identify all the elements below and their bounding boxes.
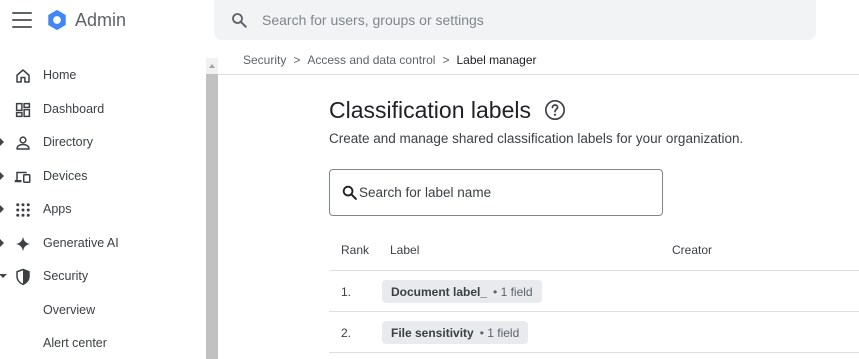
column-header-creator[interactable]: Creator — [672, 243, 712, 257]
person-icon — [16, 136, 30, 150]
label-name: File sensitivity — [391, 325, 474, 340]
search-icon[interactable] — [230, 11, 248, 29]
table-row[interactable]: 2. File sensitivity • 1 field — [329, 312, 859, 353]
sidebar-scrollbar[interactable] — [206, 58, 218, 359]
search-icon — [342, 185, 357, 200]
sidebar-item-apps[interactable]: Apps — [0, 193, 206, 226]
label-field-count: • 1 field — [493, 284, 533, 299]
collapse-caret-icon[interactable] — [0, 274, 7, 278]
scrollbar-thumb[interactable] — [206, 74, 218, 359]
sidebar-item-security[interactable]: Security — [0, 260, 206, 293]
sidebar-item-home[interactable]: Home — [0, 59, 206, 92]
sidebar: Home Dashboard Directory Devices Apps Ge… — [0, 44, 206, 359]
top-bar: Admin — [0, 0, 859, 44]
breadcrumb-current: Label manager — [456, 53, 537, 67]
page-subtitle: Create and manage shared classification … — [329, 131, 744, 146]
label-search-input[interactable] — [359, 170, 649, 215]
label-name: Document label_ — [391, 284, 488, 299]
table-header: Rank Label Creator — [329, 229, 859, 271]
breadcrumb-item-security[interactable]: Security — [243, 53, 286, 67]
sidebar-item-devices[interactable]: Devices — [0, 160, 206, 193]
help-icon[interactable] — [544, 99, 566, 121]
sidebar-item-directory[interactable]: Directory — [0, 126, 206, 159]
labels-table: Rank Label Creator 1. Document label_ • … — [329, 229, 859, 353]
breadcrumb-separator-icon: > — [293, 53, 301, 67]
row-rank: 2. — [341, 326, 352, 340]
expand-caret-icon[interactable] — [0, 172, 4, 180]
expand-caret-icon[interactable] — [0, 239, 4, 247]
apps-grid-icon — [16, 203, 30, 217]
breadcrumb: Security > Access and data control > Label m… — [218, 44, 859, 75]
global-search[interactable] — [214, 0, 816, 40]
label-search-box[interactable] — [329, 169, 663, 216]
sidebar-item-label: Home — [43, 68, 77, 82]
devices-icon — [14, 171, 31, 183]
table-row[interactable]: 1. Document label_ • 1 field — [329, 271, 859, 312]
row-rank: 1. — [341, 285, 352, 299]
app-brand[interactable]: Admin — [75, 10, 126, 31]
page-title: Classification labels — [329, 97, 531, 123]
sidebar-item-label: Devices — [43, 169, 88, 183]
sidebar-item-generative-ai[interactable]: Generative AI — [0, 227, 206, 260]
column-header-rank[interactable]: Rank — [341, 243, 369, 257]
breadcrumb-trail: Security > Access and data control > Label m… — [243, 53, 537, 67]
sidebar-item-label: Directory — [43, 135, 94, 149]
column-header-label[interactable]: Label — [390, 243, 419, 257]
admin-logo-icon[interactable] — [46, 9, 68, 31]
label-chip[interactable]: File sensitivity • 1 field — [382, 321, 529, 344]
breadcrumb-item-access-data-control[interactable]: Access and data control — [307, 53, 435, 67]
shield-icon — [16, 268, 30, 286]
label-field-count: • 1 field — [479, 325, 520, 340]
expand-caret-icon[interactable] — [0, 138, 4, 146]
sidebar-item-label: Generative AI — [43, 236, 119, 250]
breadcrumb-separator-icon: > — [442, 53, 450, 67]
sidebar-item-label: Apps — [43, 202, 72, 216]
sidebar-item-label: Security — [43, 269, 89, 283]
home-icon — [16, 69, 30, 83]
sidebar-subitem-label: Alert center — [43, 336, 107, 350]
global-search-input[interactable] — [262, 0, 802, 40]
main-menu-icon[interactable] — [12, 12, 32, 28]
sidebar-item-dashboard[interactable]: Dashboard — [0, 93, 206, 126]
sidebar-item-label: Dashboard — [43, 102, 105, 116]
expand-caret-icon[interactable] — [0, 205, 4, 213]
sparkle-icon — [15, 236, 31, 252]
label-chip[interactable]: Document label_ • 1 field — [382, 280, 542, 303]
sidebar-subitem-alert-center[interactable]: Alert center — [0, 327, 206, 359]
dashboard-icon — [15, 102, 31, 118]
scroll-up-arrow-icon[interactable] — [209, 64, 215, 68]
sidebar-subitem-label: Overview — [43, 303, 96, 317]
sidebar-subitem-overview[interactable]: Overview — [0, 294, 206, 327]
